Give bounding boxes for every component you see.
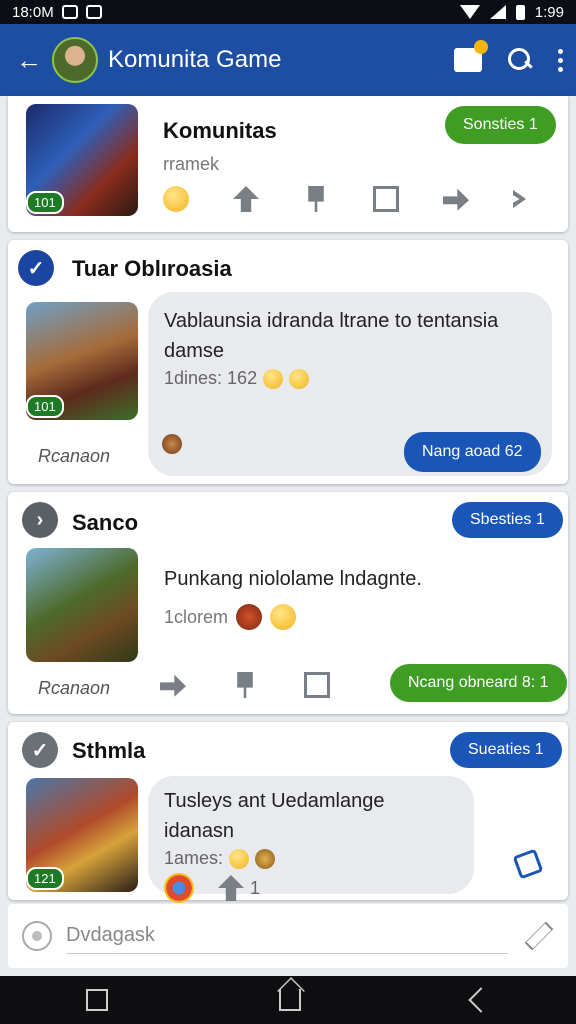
emoji-icon	[255, 848, 276, 869]
home-icon[interactable]	[278, 989, 301, 1011]
upvote-icon[interactable]	[233, 186, 259, 212]
back-arrow-icon[interactable]: ←	[12, 45, 46, 76]
reaction-count: 1	[250, 877, 261, 898]
image-notification-icon	[61, 5, 78, 19]
post-card[interactable]: ✓ Tuar Oblıroasia 101 Rcanaon Vablaunsia…	[8, 240, 568, 484]
message-text: Vablaunsia idranda ltrane to tentansia d…	[164, 310, 499, 362]
post-author[interactable]: Rcanaon	[38, 446, 110, 467]
emoji-icon	[263, 368, 284, 389]
pen-icon[interactable]	[524, 921, 554, 951]
compose-bar	[8, 904, 568, 968]
recent-apps-icon[interactable]	[85, 989, 108, 1011]
emoji-icon	[229, 848, 250, 869]
status-time: 18:0M	[12, 3, 54, 21]
reply-pill-button[interactable]: Nang aoad 62	[404, 432, 541, 472]
compose-input[interactable]	[66, 918, 508, 954]
upvote-icon[interactable]	[218, 875, 244, 901]
edit-icon[interactable]	[512, 848, 544, 880]
more-options-icon[interactable]	[558, 48, 564, 72]
post-card[interactable]: › Sanco Sbesties 1 Punkang niololame lnd…	[8, 492, 568, 714]
subscribe-pill-button[interactable]: Sbesties 1	[452, 502, 563, 538]
back-icon[interactable]	[468, 987, 495, 1013]
post-title: Sanco	[72, 510, 139, 535]
reaction-row: 1	[164, 873, 458, 903]
post-actions	[160, 672, 330, 698]
level-badge: 101	[26, 395, 64, 418]
subscribe-pill-button[interactable]: Sonsties 1	[445, 106, 556, 144]
post-card[interactable]: 101 Komunitas rramek Sonsties 1	[8, 96, 568, 232]
attach-icon[interactable]	[22, 921, 52, 951]
chevron-right-icon[interactable]: ›	[22, 502, 58, 538]
game-thumbnail[interactable]	[26, 548, 138, 662]
post-title: Sthmla	[72, 738, 146, 763]
frame-icon[interactable]	[304, 672, 330, 698]
game-thumbnail[interactable]: 121	[26, 778, 138, 892]
post-card[interactable]: ✓ Sthmla Sueaties 1 121 Tusleys ant Ueda…	[8, 722, 568, 903]
game-thumbnail[interactable]: 101	[26, 302, 138, 420]
post-title: Tuar Oblıroasia	[72, 256, 232, 281]
status-bar: 18:0M 1:99	[0, 0, 576, 24]
level-badge: 121	[26, 867, 64, 890]
subscribe-pill-button[interactable]: Sueaties 1	[450, 732, 562, 768]
message-meta: 1dines: 162	[164, 368, 536, 389]
fruit-icon	[270, 604, 297, 630]
emoji-icon	[289, 368, 310, 389]
bag-notification-icon	[85, 5, 102, 19]
post-title: Komunitas	[163, 118, 277, 143]
post-author[interactable]: Rcanaon	[38, 678, 110, 699]
level-badge: 101	[26, 191, 64, 214]
message-meta: 1clorem	[164, 604, 297, 630]
emoji-icon[interactable]	[163, 186, 189, 212]
app-title: Komunita Game	[108, 46, 282, 73]
signal-icon	[489, 5, 506, 19]
community-avatar[interactable]	[52, 37, 98, 83]
message-meta: 1ames:	[164, 848, 458, 869]
forward-icon[interactable]	[513, 189, 526, 209]
reaction-icon[interactable]	[162, 434, 182, 454]
check-icon: ✓	[18, 250, 54, 286]
inbox-icon[interactable]	[454, 40, 488, 72]
message-text: Punkang niololame lndagnte.	[164, 568, 422, 590]
notification-dot	[474, 40, 488, 54]
pin-icon[interactable]	[237, 672, 253, 698]
app-bar: ← Komunita Game	[0, 24, 576, 96]
post-subtitle: rramek	[163, 154, 220, 174]
message-bubble: Tusleys ant Uedamlange idanasn 1ames: 1	[148, 776, 474, 903]
chrome-icon[interactable]	[164, 873, 194, 903]
share-icon[interactable]	[443, 188, 469, 211]
fruit-icon	[236, 604, 263, 630]
share-icon[interactable]	[160, 674, 186, 697]
pin-icon[interactable]	[308, 186, 324, 212]
search-icon[interactable]	[508, 48, 532, 72]
battery-icon	[515, 4, 525, 20]
frame-icon[interactable]	[373, 186, 399, 212]
message-text: Tusleys ant Uedamlange idanasn	[164, 790, 385, 842]
check-icon: ✓	[22, 732, 58, 768]
battery-text: 1:99	[534, 3, 564, 21]
reply-pill-button[interactable]: Ncang obneard 8: 1	[390, 664, 567, 702]
game-thumbnail[interactable]: 101	[26, 104, 138, 216]
system-navbar	[0, 976, 576, 1024]
post-actions	[163, 186, 539, 212]
wifi-icon	[459, 5, 480, 19]
